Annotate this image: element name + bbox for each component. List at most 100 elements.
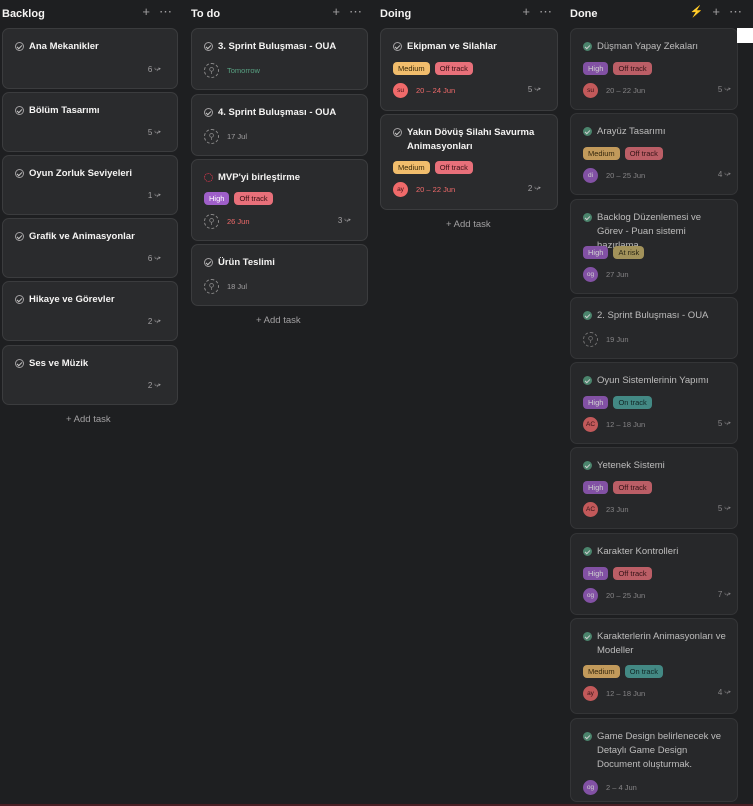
- check-icon[interactable]: [204, 258, 213, 267]
- task-card[interactable]: MVP'yi birleştirme High Off track ⚲ 26 Ju…: [191, 159, 368, 241]
- check-icon[interactable]: [393, 42, 402, 51]
- completed-check-icon[interactable]: [583, 632, 592, 641]
- avatar[interactable]: og: [583, 267, 598, 282]
- subtask-count[interactable]: 5 ⤷▸: [718, 419, 731, 428]
- subtask-icon: ⤷▸: [724, 419, 731, 427]
- subtask-count[interactable]: 2 ⤷▸: [148, 381, 161, 390]
- scrollbar[interactable]: [737, 28, 753, 43]
- check-icon[interactable]: [15, 169, 24, 178]
- plus-icon[interactable]: +: [142, 5, 150, 19]
- task-card[interactable]: 3. Sprint Buluşması - OUA ⚲ Tomorrow: [191, 28, 368, 90]
- task-card[interactable]: Karakter Kontrolleri High Off track og 20…: [570, 533, 738, 615]
- avatar[interactable]: AC: [583, 417, 598, 432]
- task-card[interactable]: Hikaye ve Görevler 2 ⤷▸: [2, 281, 178, 341]
- avatar[interactable]: og: [583, 588, 598, 603]
- completed-check-icon[interactable]: [583, 376, 592, 385]
- subtask-count[interactable]: 4 ⤷▸: [718, 688, 731, 697]
- column-done: Done ⚡ + ⋯ Düşman Yapay Zekaları High Off …: [570, 0, 742, 806]
- subtask-count[interactable]: 7 ⤷▸: [718, 590, 731, 599]
- task-card[interactable]: 4. Sprint Buluşması - OUA ⚲ 17 Jul: [191, 94, 368, 156]
- assignee-placeholder-icon[interactable]: ⚲: [204, 214, 219, 229]
- task-card[interactable]: Yakın Dövüş Silahı Savurma Animasyonları…: [380, 114, 558, 210]
- completed-check-icon[interactable]: [583, 213, 592, 222]
- check-icon[interactable]: [15, 295, 24, 304]
- subtask-icon: ⤷▸: [154, 65, 161, 73]
- more-icon[interactable]: ⋯: [539, 5, 552, 19]
- due-date: 20 – 22 Jun: [606, 86, 646, 95]
- task-title: Yakın Dövüş Silahı Savurma Animasyonları: [407, 127, 535, 152]
- subtask-count[interactable]: 5 ⤷▸: [528, 85, 541, 94]
- assignee-placeholder-icon[interactable]: ⚲: [204, 63, 219, 78]
- avatar[interactable]: su: [393, 83, 408, 98]
- check-icon[interactable]: [15, 232, 24, 241]
- add-task-button[interactable]: + Add task: [256, 315, 301, 326]
- due-date: 20 – 25 Jun: [606, 591, 646, 600]
- due-date: 20 – 25 Jun: [606, 171, 646, 180]
- priority-tag: Medium: [583, 147, 620, 160]
- assignee-placeholder-icon[interactable]: ⚲: [583, 332, 598, 347]
- check-icon[interactable]: [15, 106, 24, 115]
- subtask-count[interactable]: 6 ⤷▸: [148, 254, 161, 263]
- task-card[interactable]: Ana Mekanikler 6 ⤷▸: [2, 28, 178, 89]
- subtask-count[interactable]: 5 ⤷▸: [148, 128, 161, 137]
- check-icon[interactable]: [393, 128, 402, 137]
- check-icon[interactable]: [15, 359, 24, 368]
- task-card[interactable]: Oyun Sistemlerinin Yapımı High On track …: [570, 362, 738, 444]
- avatar[interactable]: AC: [583, 502, 598, 517]
- column-title: To do: [191, 8, 221, 20]
- assignee-placeholder-icon[interactable]: ⚲: [204, 279, 219, 294]
- incomplete-check-icon[interactable]: [204, 173, 213, 182]
- task-card[interactable]: Yetenek Sistemi High Off track AC 23 Jun …: [570, 447, 738, 529]
- subtask-count[interactable]: 2 ⤷▸: [528, 184, 541, 193]
- task-card[interactable]: Düşman Yapay Zekaları High Off track su 2…: [570, 28, 738, 110]
- task-card[interactable]: Arayüz Tasarımı Medium Off track di 20 – …: [570, 113, 738, 195]
- task-card[interactable]: Bölüm Tasarımı 5 ⤷▸: [2, 92, 178, 152]
- task-card[interactable]: Game Design belirlenecek ve Detaylı Game…: [570, 718, 738, 802]
- task-card[interactable]: Backlog Düzenlemesi ve Görev - Puan sist…: [570, 199, 738, 294]
- add-task-button[interactable]: + Add task: [66, 414, 111, 425]
- check-icon[interactable]: [204, 108, 213, 117]
- completed-check-icon[interactable]: [583, 311, 592, 320]
- avatar[interactable]: di: [583, 168, 598, 183]
- completed-check-icon[interactable]: [583, 732, 592, 741]
- plus-icon[interactable]: +: [522, 5, 530, 19]
- check-icon[interactable]: [204, 42, 213, 51]
- column-todo: To do + ⋯ 3. Sprint Buluşması - OUA ⚲ Tomo…: [191, 0, 368, 806]
- task-title: Karakterlerin Animasyonları ve Modeller: [597, 631, 726, 656]
- subtask-count[interactable]: 4 ⤷▸: [718, 170, 731, 179]
- more-icon[interactable]: ⋯: [729, 5, 742, 19]
- task-card[interactable]: Oyun Zorluk Seviyeleri 1 ⤷▸: [2, 155, 178, 215]
- task-card[interactable]: Karakterlerin Animasyonları ve Modeller …: [570, 618, 738, 714]
- lightning-icon[interactable]: ⚡: [690, 5, 704, 19]
- assignee-placeholder-icon[interactable]: ⚲: [204, 129, 219, 144]
- subtask-number: 2: [147, 317, 153, 326]
- plus-icon[interactable]: +: [712, 5, 720, 19]
- check-icon[interactable]: [15, 42, 24, 51]
- more-icon[interactable]: ⋯: [159, 5, 172, 19]
- avatar[interactable]: ay: [393, 182, 408, 197]
- completed-check-icon[interactable]: [583, 127, 592, 136]
- subtask-count[interactable]: 1 ⤷▸: [148, 191, 161, 200]
- task-card[interactable]: 2. Sprint Buluşması - OUA ⚲ 19 Jun: [570, 297, 738, 359]
- completed-check-icon[interactable]: [583, 547, 592, 556]
- add-task-button[interactable]: + Add task: [446, 219, 491, 230]
- subtask-count[interactable]: 6 ⤷▸: [148, 65, 161, 74]
- plus-icon[interactable]: +: [332, 5, 340, 19]
- more-icon[interactable]: ⋯: [349, 5, 362, 19]
- task-card[interactable]: Grafik ve Animasyonlar 6 ⤷▸: [2, 218, 178, 278]
- status-tag: On track: [613, 396, 652, 409]
- task-card[interactable]: Ekipman ve Silahlar Medium Off track su 2…: [380, 28, 558, 111]
- subtask-count[interactable]: 3 ⤷▸: [338, 216, 351, 225]
- task-title: Bölüm Tasarımı: [29, 105, 100, 116]
- subtask-count[interactable]: 5 ⤷▸: [718, 504, 731, 513]
- avatar[interactable]: ay: [583, 686, 598, 701]
- subtask-count[interactable]: 2 ⤷▸: [148, 317, 161, 326]
- subtask-icon: ⤷▸: [724, 688, 731, 696]
- avatar[interactable]: og: [583, 780, 598, 795]
- completed-check-icon[interactable]: [583, 461, 592, 470]
- task-card[interactable]: Ses ve Müzik 2 ⤷▸: [2, 345, 178, 405]
- avatar[interactable]: su: [583, 83, 598, 98]
- task-card[interactable]: Ürün Teslimi ⚲ 18 Jul: [191, 244, 368, 306]
- completed-check-icon[interactable]: [583, 42, 592, 51]
- subtask-count[interactable]: 5 ⤷▸: [718, 85, 731, 94]
